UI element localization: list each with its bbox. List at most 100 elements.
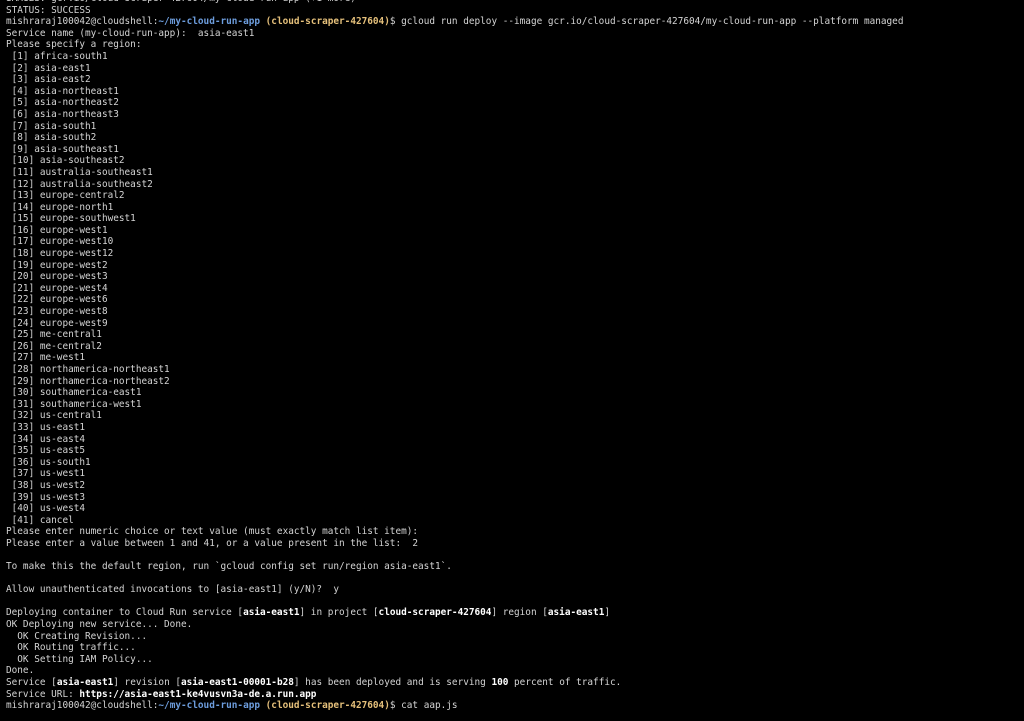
highlighted-value: asia-east1 bbox=[243, 607, 300, 619]
terminal-text: ] in project [ bbox=[299, 607, 379, 619]
terminal-text: [28] northamerica-northeast1 bbox=[6, 364, 170, 375]
terminal-text: Done. bbox=[6, 665, 35, 677]
highlighted-value: asia-east1 bbox=[56, 677, 114, 689]
terminal-line: [10] asia-southeast2 bbox=[6, 155, 1024, 167]
terminal-line: [26] me-central2 bbox=[6, 341, 1024, 353]
terminal-text: [35] us-east5 bbox=[6, 445, 86, 457]
terminal-line: [18] europe-west12 bbox=[6, 248, 1024, 260]
terminal-line: [36] us-south1 bbox=[6, 457, 1024, 469]
terminal-line: [5] asia-northeast2 bbox=[6, 97, 1024, 109]
terminal-text: Please enter a value between 1 and 41, o… bbox=[6, 537, 419, 549]
terminal-text: [23] europe-west8 bbox=[6, 306, 108, 318]
terminal-line: [9] asia-southeast1 bbox=[6, 144, 1024, 156]
terminal-text: [27] me-west1 bbox=[6, 352, 86, 364]
highlighted-value: cloud-scraper-427604 bbox=[378, 607, 492, 619]
terminal-text: [12] australia-southeast2 bbox=[6, 178, 153, 190]
terminal-text: Deploying container to Cloud Run service… bbox=[6, 607, 244, 619]
terminal-line: Done. bbox=[6, 665, 1024, 677]
prompt-command: $ gcloud run deploy --image gcr.io/cloud… bbox=[389, 16, 904, 28]
terminal-text: [40] us-west4 bbox=[6, 503, 86, 515]
terminal-line: Deploying container to Cloud Run service… bbox=[6, 607, 1024, 619]
terminal-text: [13] europe-central2 bbox=[6, 190, 125, 202]
terminal-output[interactable]: IMAGES: gcr.io/cloud-scraper-427604/my-c… bbox=[6, 0, 1024, 712]
terminal-line: [32] us-central1 bbox=[6, 410, 1024, 422]
terminal-text: Please enter numeric choice or text valu… bbox=[6, 526, 419, 538]
terminal-line: [33] us-east1 bbox=[6, 422, 1024, 434]
terminal-line: [8] asia-south2 bbox=[6, 132, 1024, 144]
terminal-text: [24] europe-west9 bbox=[6, 317, 108, 329]
terminal-line: Please specify a region: bbox=[6, 39, 1024, 51]
terminal-line: Service name (my-cloud-run-app): asia-ea… bbox=[6, 28, 1024, 40]
terminal-line: [21] europe-west4 bbox=[6, 283, 1024, 295]
terminal-line: [7] asia-south1 bbox=[6, 121, 1024, 133]
highlighted-value: asia-east1 bbox=[547, 607, 605, 619]
terminal-text: [17] europe-west10 bbox=[6, 236, 114, 248]
prompt-user-host: mishraraj100042@cloudshell: bbox=[6, 16, 159, 28]
terminal-text: [7] asia-south1 bbox=[6, 120, 97, 132]
terminal-line: Please enter a value between 1 and 41, o… bbox=[6, 538, 1024, 550]
terminal-line: STATUS: SUCCESS bbox=[6, 5, 1024, 17]
terminal-line: Please enter numeric choice or text valu… bbox=[6, 526, 1024, 538]
terminal-line: Service URL: https://asia-east1-ke4vusvn… bbox=[6, 689, 1024, 701]
shell-prompt-line: mishraraj100042@cloudshell:~/my-cloud-ru… bbox=[6, 16, 1024, 28]
terminal-line: [4] asia-northeast1 bbox=[6, 86, 1024, 98]
terminal-text: [33] us-east1 bbox=[6, 421, 86, 433]
terminal-text: [37] us-west1 bbox=[6, 468, 86, 480]
terminal-text: OK Deploying new service... Done. bbox=[6, 619, 193, 631]
terminal-text: [18] europe-west12 bbox=[6, 248, 114, 260]
terminal-text: [20] europe-west3 bbox=[6, 271, 108, 283]
terminal-text: STATUS: SUCCESS bbox=[6, 4, 91, 16]
terminal-line: [37] us-west1 bbox=[6, 468, 1024, 480]
terminal-line: OK Creating Revision... bbox=[6, 631, 1024, 643]
terminal-text: [36] us-south1 bbox=[6, 456, 91, 468]
terminal-line: [39] us-west3 bbox=[6, 492, 1024, 504]
terminal-text: OK Setting IAM Policy... bbox=[6, 653, 153, 665]
terminal-text: [3] asia-east2 bbox=[6, 74, 91, 86]
terminal-text: Please specify a region: bbox=[6, 39, 142, 51]
terminal-line: [27] me-west1 bbox=[6, 352, 1024, 364]
terminal-text: [16] europe-west1 bbox=[6, 224, 108, 236]
terminal-line: [6] asia-northeast3 bbox=[6, 109, 1024, 121]
terminal-text: [34] us-east4 bbox=[6, 433, 86, 445]
terminal-text: Service URL: bbox=[6, 688, 80, 700]
terminal-line: Allow unauthenticated invocations to [as… bbox=[6, 584, 1024, 596]
highlighted-value: 100 bbox=[491, 677, 509, 689]
terminal-line: [34] us-east4 bbox=[6, 434, 1024, 446]
terminal-text: [8] asia-south2 bbox=[6, 132, 97, 144]
terminal-line: [17] europe-west10 bbox=[6, 236, 1024, 248]
terminal-line: [35] us-east5 bbox=[6, 445, 1024, 457]
terminal-line: [19] europe-west2 bbox=[6, 260, 1024, 272]
prompt-working-directory: ~/my-cloud-run-app bbox=[158, 16, 261, 28]
terminal-text: [2] asia-east1 bbox=[6, 62, 91, 74]
terminal-text: [11] australia-southeast1 bbox=[6, 166, 153, 178]
highlighted-value: asia-east1-00001-b28 bbox=[181, 677, 294, 689]
terminal-line: [24] europe-west9 bbox=[6, 318, 1024, 330]
terminal-line: [22] europe-west6 bbox=[6, 294, 1024, 306]
terminal-text: ] has been deployed and is serving bbox=[293, 677, 492, 689]
terminal-text: OK Creating Revision... bbox=[6, 630, 148, 642]
terminal-text: ] revision [ bbox=[113, 677, 181, 689]
terminal-line: [11] australia-southeast1 bbox=[6, 167, 1024, 179]
prompt-user-host: mishraraj100042@cloudshell: bbox=[6, 700, 159, 712]
terminal-text: [1] africa-south1 bbox=[6, 50, 108, 62]
terminal-line: [41] cancel bbox=[6, 515, 1024, 527]
terminal-line: [25] me-central1 bbox=[6, 329, 1024, 341]
terminal-line: [28] northamerica-northeast1 bbox=[6, 364, 1024, 376]
terminal-text: [38] us-west2 bbox=[6, 479, 86, 491]
terminal-line: [40] us-west4 bbox=[6, 503, 1024, 515]
terminal-text: To make this the default region, run `gc… bbox=[6, 561, 452, 573]
terminal-text: [6] asia-northeast3 bbox=[6, 108, 119, 120]
shell-prompt-line: mishraraj100042@cloudshell:~/my-cloud-ru… bbox=[6, 700, 1024, 712]
terminal-text: Service [ bbox=[6, 677, 57, 689]
terminal-text: [10] asia-southeast2 bbox=[6, 155, 125, 167]
prompt-project-id: (cloud-scraper-427604) bbox=[260, 700, 390, 712]
terminal-line: [20] europe-west3 bbox=[6, 271, 1024, 283]
terminal-text: [22] europe-west6 bbox=[6, 294, 108, 306]
terminal-text: Service name (my-cloud-run-app): asia-ea… bbox=[6, 27, 255, 39]
terminal-line: [2] asia-east1 bbox=[6, 63, 1024, 75]
terminal-text: [39] us-west3 bbox=[6, 491, 86, 503]
terminal-text: [31] southamerica-west1 bbox=[6, 398, 142, 410]
terminal-line: [13] europe-central2 bbox=[6, 190, 1024, 202]
terminal-line: [30] southamerica-east1 bbox=[6, 387, 1024, 399]
